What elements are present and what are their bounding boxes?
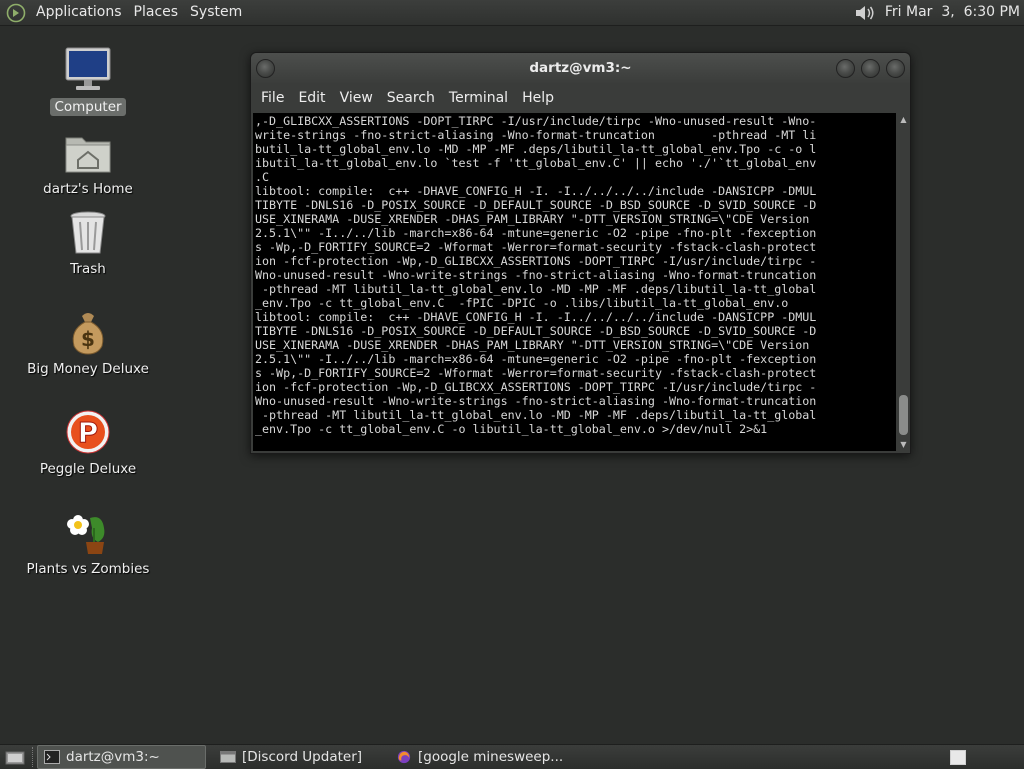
money-bag-icon: $ xyxy=(72,313,104,355)
plants-vs-zombies-icon xyxy=(67,515,105,554)
task-label: [google minesweep... xyxy=(418,749,564,765)
maximize-button[interactable] xyxy=(861,59,880,78)
terminal-window[interactable]: dartz@vm3:~ File Edit View Search Termin… xyxy=(250,52,911,454)
desktop-icon-label: Plants vs Zombies xyxy=(26,561,150,577)
desktop-icon-big-money-deluxe[interactable]: $ Big Money Deluxe xyxy=(8,308,168,378)
window-menu-button[interactable] xyxy=(256,59,275,78)
trash-icon xyxy=(70,211,106,254)
desktop-icon-trash[interactable]: Trash xyxy=(8,208,168,278)
desktop-icon-label: Peggle Deluxe xyxy=(39,461,137,477)
show-desktop-icon[interactable] xyxy=(4,747,26,767)
peggle-icon: P xyxy=(66,410,110,454)
menu-search[interactable]: Search xyxy=(381,83,443,113)
close-button[interactable] xyxy=(886,59,905,78)
window-title: dartz@vm3:~ xyxy=(529,60,632,76)
taskbar-item-discord-updater[interactable]: [Discord Updater] xyxy=(214,746,386,768)
terminal-text: ,-D_GLIBCXX_ASSERTIONS -DOPT_TIRPC -I/us… xyxy=(255,114,817,436)
terminal-icon xyxy=(44,750,60,764)
bottom-panel: dartz@vm3:~ [Discord Updater] [google mi… xyxy=(0,744,1024,769)
svg-text:P: P xyxy=(78,416,99,449)
menu-terminal[interactable]: Terminal xyxy=(443,83,516,113)
menu-view[interactable]: View xyxy=(334,83,381,113)
desktop-icon-plants-vs-zombies[interactable]: Plants vs Zombies xyxy=(8,508,168,578)
desktop-icon-label: Trash xyxy=(70,261,106,277)
scroll-up-arrow-icon[interactable]: ▲ xyxy=(897,113,910,126)
menu-file[interactable]: File xyxy=(255,83,292,113)
desktop-icon-computer[interactable]: Computer xyxy=(8,46,168,116)
terminal-titlebar[interactable]: dartz@vm3:~ xyxy=(251,53,910,83)
task-label: dartz@vm3:~ xyxy=(66,749,160,765)
svg-text:$: $ xyxy=(81,327,95,351)
firefox-icon xyxy=(397,750,411,764)
terminal-output[interactable]: ,-D_GLIBCXX_ASSERTIONS -DOPT_TIRPC -I/us… xyxy=(253,113,896,451)
scroll-down-arrow-icon[interactable]: ▼ xyxy=(897,438,910,451)
window-icon xyxy=(220,751,236,763)
terminal-scrollbar[interactable]: ▲ ▼ xyxy=(897,113,910,451)
taskbar-item-terminal[interactable]: dartz@vm3:~ xyxy=(37,745,206,769)
panel-separator xyxy=(32,747,35,767)
distro-logo-icon[interactable] xyxy=(6,3,26,23)
desktop-icon-label: dartz's Home xyxy=(43,181,133,197)
task-label: [Discord Updater] xyxy=(242,749,363,765)
desktop-icon-home[interactable]: dartz's Home xyxy=(8,128,168,198)
menu-edit[interactable]: Edit xyxy=(292,83,333,113)
taskbar-item-google-minesweeper[interactable]: [google minesweep... xyxy=(390,746,572,768)
volume-icon[interactable] xyxy=(853,3,877,23)
terminal-menubar: File Edit View Search Terminal Help xyxy=(251,83,910,113)
desktop-icon-label: Big Money Deluxe xyxy=(27,361,149,377)
minimize-button[interactable] xyxy=(836,59,855,78)
desktop-icon-label: Computer xyxy=(50,98,126,116)
home-folder-icon xyxy=(65,137,111,173)
menu-help[interactable]: Help xyxy=(516,83,562,113)
scrollbar-thumb[interactable] xyxy=(899,395,908,435)
workspace-switcher[interactable] xyxy=(950,749,966,765)
applications-menu[interactable]: Applications xyxy=(30,0,128,25)
places-menu[interactable]: Places xyxy=(128,0,185,25)
top-panel: Applications Places System Fri Mar 3, 6:… xyxy=(0,0,1024,26)
computer-icon xyxy=(65,47,111,90)
clock[interactable]: Fri Mar 3, 6:30 PM xyxy=(877,0,1024,25)
system-menu[interactable]: System xyxy=(184,0,248,25)
desktop-icon-peggle-deluxe[interactable]: P Peggle Deluxe xyxy=(8,408,168,478)
